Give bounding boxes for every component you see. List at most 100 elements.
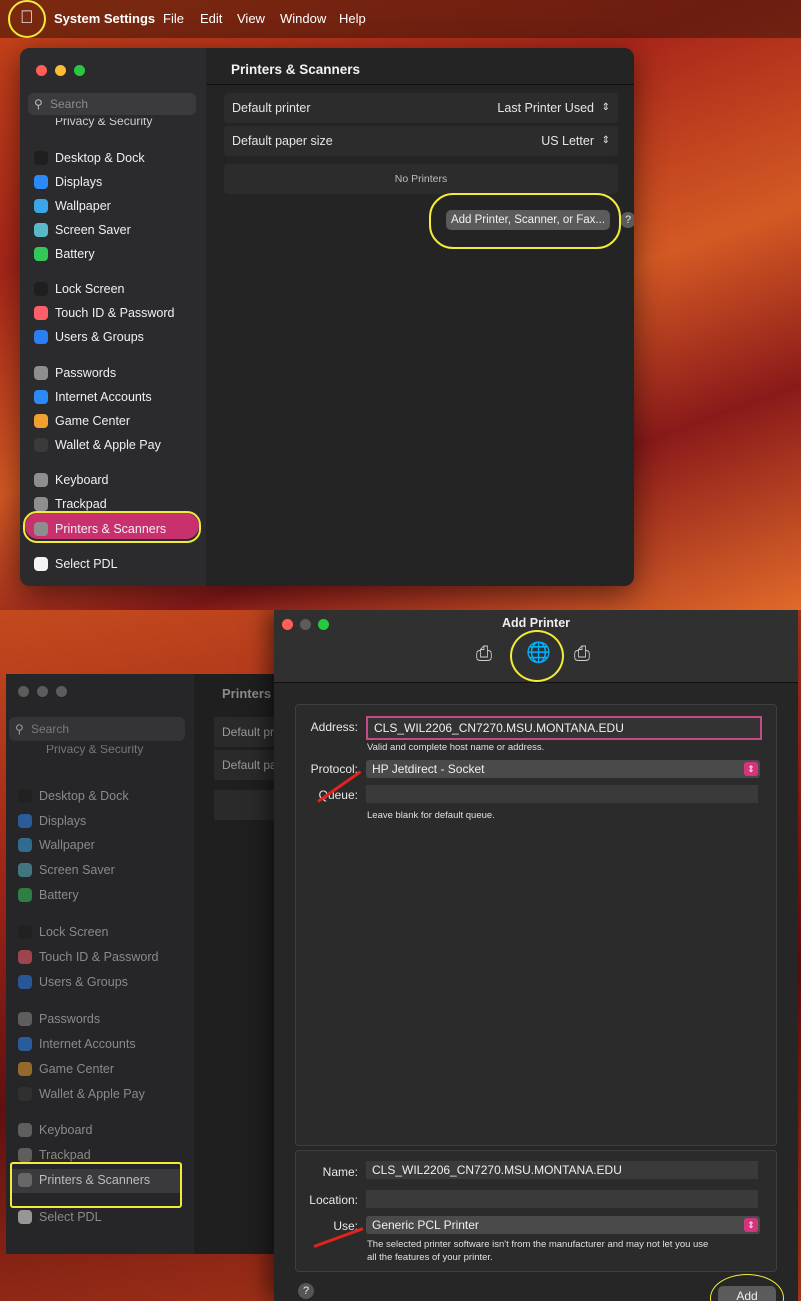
- sidebar-item-label: Battery: [39, 888, 79, 902]
- sidebar-item-icon: [34, 175, 48, 189]
- sidebar-item-label: Displays: [55, 175, 103, 189]
- sidebar-item-dimmed[interactable]: Passwords: [12, 1008, 182, 1030]
- sidebar-item[interactable]: Wallpaper: [28, 195, 198, 217]
- sidebar-item-label: Game Center: [39, 1062, 115, 1076]
- zoom-button[interactable]: [74, 65, 85, 76]
- sidebar-item-label: Users & Groups: [39, 975, 128, 989]
- menu-help[interactable]: Help: [339, 11, 366, 26]
- sidebar-item[interactable]: Desktop & Dock: [28, 147, 198, 169]
- sidebar-item-icon: [34, 366, 48, 380]
- sidebar-item-label: Keyboard: [55, 473, 109, 487]
- default-printer-popup[interactable]: Last Printer Used: [497, 93, 594, 123]
- location-field[interactable]: [366, 1190, 758, 1208]
- sidebar-item[interactable]: Lock Screen: [28, 278, 198, 300]
- sidebar-item[interactable]: Touch ID & Password: [28, 302, 198, 324]
- sidebar-item-icon: [34, 306, 48, 320]
- sidebar-item-dimmed[interactable]: Battery: [12, 884, 182, 906]
- sidebar-item[interactable]: Screen Saver: [28, 219, 198, 241]
- search-field[interactable]: ⚲ Search: [28, 93, 196, 115]
- sidebar-item-dimmed[interactable]: Select PDL: [12, 1206, 182, 1228]
- menu-file[interactable]: File: [163, 11, 184, 26]
- search-field[interactable]: ⚲ Search: [9, 717, 185, 741]
- sidebar-item[interactable]: Internet Accounts: [28, 386, 198, 408]
- dialog-toolbar: Add Printer ⎙ 🌐 ⎙: [274, 610, 798, 683]
- sidebar-item-label: Displays: [39, 814, 87, 828]
- divider: [206, 84, 634, 85]
- sidebar-item-label: Internet Accounts: [55, 390, 152, 404]
- menu-edit[interactable]: Edit: [200, 11, 222, 26]
- search-icon: ⚲: [34, 97, 43, 111]
- sidebar-item-icon: [34, 497, 48, 511]
- name-field[interactable]: CLS_WIL2206_CN7270.MSU.MONTANA.EDU: [366, 1161, 758, 1179]
- popup-chevron-icon: ⇕: [744, 1218, 758, 1232]
- sidebar-item-label: Wallpaper: [39, 838, 95, 852]
- close-button[interactable]: [36, 65, 47, 76]
- sidebar-item-icon: [18, 838, 32, 852]
- sidebar-item-dimmed[interactable]: Users & Groups: [12, 971, 182, 993]
- queue-field[interactable]: [366, 785, 758, 803]
- sidebar-item-icon: [18, 925, 32, 939]
- paper-size-popup[interactable]: US Letter: [541, 126, 594, 156]
- sidebar-item-partial[interactable]: Privacy & Security: [36, 118, 196, 128]
- sidebar-item-dimmed[interactable]: Game Center: [12, 1058, 182, 1080]
- close-button[interactable]: [18, 686, 29, 697]
- default-printer-label: Default printer: [232, 101, 311, 115]
- use-hint-line2: all the features of your printer.: [367, 1252, 493, 1263]
- page-title: Printers & Scanners: [231, 62, 361, 77]
- sidebar-item-dimmed[interactable]: Lock Screen: [12, 921, 182, 943]
- use-popup[interactable]: Generic PCL Printer ⇕: [366, 1216, 760, 1234]
- sidebar-item-label: Touch ID & Password: [55, 306, 175, 320]
- sidebar-item-dimmed[interactable]: Desktop & Dock: [12, 785, 182, 807]
- sidebar-item[interactable]: Passwords: [28, 362, 198, 384]
- sidebar-item[interactable]: Battery: [28, 243, 198, 265]
- sidebar-item-dimmed[interactable]: Wallet & Apple Pay: [12, 1083, 182, 1105]
- sidebar-item[interactable]: Wallet & Apple Pay: [28, 434, 198, 456]
- dialog-title: Add Printer: [501, 616, 571, 630]
- menu-window[interactable]: Window: [280, 11, 326, 26]
- add-printer-screenshot: ⚲ Search Desktop & Dock Displays Wallpaper…: [0, 610, 801, 1301]
- paper-size-label: Default paper size: [232, 134, 333, 148]
- sidebar-item-icon: [18, 1012, 32, 1026]
- zoom-button[interactable]: [56, 686, 67, 697]
- sidebar-item-icon: [34, 199, 48, 213]
- sidebar-item-partial[interactable]: Privacy & Security: [26, 745, 186, 759]
- sidebar-item-label: Touch ID & Password: [39, 950, 159, 964]
- popup-chevron-icon: ⇕: [601, 102, 610, 113]
- minimize-button[interactable]: [55, 65, 66, 76]
- address-label: Address:: [310, 720, 358, 734]
- sidebar-item-dimmed[interactable]: Wallpaper: [12, 834, 182, 856]
- sidebar-item-label: Printers & Scanners: [55, 522, 167, 536]
- sidebar-item[interactable]: Game Center: [28, 410, 198, 432]
- sidebar-item-dimmed[interactable]: Keyboard: [12, 1119, 182, 1141]
- sidebar-item-dimmed[interactable]: Touch ID & Password: [12, 946, 182, 968]
- sidebar-item-label: Wallpaper: [55, 199, 111, 213]
- help-button[interactable]: ?: [620, 212, 634, 228]
- search-placeholder: Search: [31, 722, 70, 736]
- default-printers-icon[interactable]: ⎙: [476, 643, 492, 666]
- sidebar-item-dimmed[interactable]: Internet Accounts: [12, 1033, 182, 1055]
- main-pane: Printers & Scanners Default printer Last…: [206, 48, 634, 586]
- sidebar-item-icon: [18, 1087, 32, 1101]
- sidebar-item[interactable]: Keyboard: [28, 469, 198, 491]
- sidebar-item-label: Desktop & Dock: [39, 789, 129, 803]
- windows-printers-icon[interactable]: ⎙: [574, 643, 590, 666]
- sidebar-item[interactable]: Select PDL: [28, 553, 198, 575]
- minimize-button[interactable]: [37, 686, 48, 697]
- settings-window-dimmed: ⚲ Search Desktop & Dock Displays Wallpaper…: [6, 674, 311, 1254]
- help-button[interactable]: ?: [298, 1283, 314, 1299]
- address-field[interactable]: CLS_WIL2206_CN7270.MSU.MONTANA.EDU: [366, 716, 762, 740]
- popup-chevron-icon: ⇕: [601, 135, 610, 146]
- sidebar-item[interactable]: Displays: [28, 171, 198, 193]
- sidebar-item-dimmed[interactable]: Screen Saver: [12, 859, 182, 881]
- sidebar-item-icon: [18, 1210, 32, 1224]
- sidebar-item-label: Wallet & Apple Pay: [39, 1087, 145, 1101]
- sidebar-item-dimmed[interactable]: Displays: [12, 810, 182, 832]
- highlight-circle: [8, 0, 46, 38]
- menu-app-name[interactable]: System Settings: [54, 11, 155, 26]
- sidebar-item-dimmed[interactable]: Printers & Scanners: [12, 1169, 182, 1191]
- menu-view[interactable]: View: [237, 11, 265, 26]
- sidebar-item[interactable]: Printers & Scanners: [28, 518, 198, 540]
- sidebar-item-icon: [18, 863, 32, 877]
- sidebar-item[interactable]: Users & Groups: [28, 326, 198, 348]
- protocol-popup[interactable]: HP Jetdirect - Socket ⇕: [366, 760, 760, 778]
